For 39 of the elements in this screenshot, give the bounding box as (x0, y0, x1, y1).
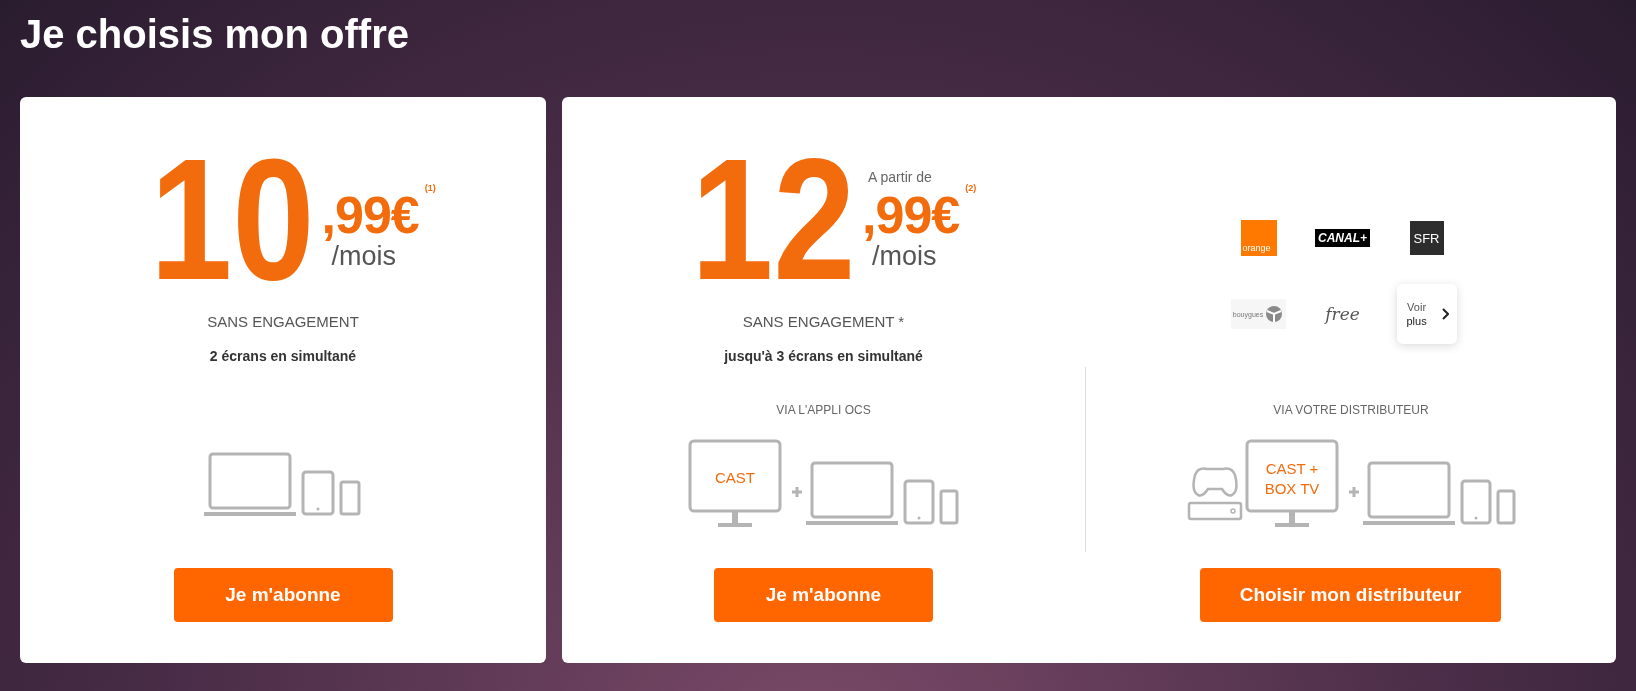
console-icon (1187, 501, 1243, 521)
gamepad-icon (1192, 467, 1238, 497)
distributor-logo[interactable]: orange (1240, 220, 1277, 256)
screen-text: CAST + (1265, 460, 1319, 477)
tablet-icon (903, 479, 934, 525)
price-prefix: A partir de (868, 169, 932, 185)
see-more-button[interactable]: Voir plus (1396, 284, 1457, 344)
subscribe-button[interactable]: Je m'abonne (173, 568, 393, 622)
laptop-icon (1363, 461, 1455, 525)
engagement-text: SANS ENGAGEMENT * (742, 313, 905, 331)
engagement-text: SANS ENGAGEMENT (207, 313, 359, 331)
laptop-icon (805, 461, 898, 525)
screens-text: 2 écrans en simultané (209, 347, 357, 365)
subscribe-button[interactable]: Je m'abonne (714, 568, 933, 622)
page-title: Je choisis mon offre (20, 11, 410, 58)
distributor-logo[interactable]: SFR (1409, 221, 1444, 255)
price-amount: 12 (690, 152, 856, 287)
laptop-icon (204, 452, 296, 516)
channel-label: VIA L'APPLI OCS (776, 402, 871, 418)
plus-icon (1347, 485, 1361, 499)
subscribe-button[interactable]: Choisir mon distributeur (1199, 568, 1502, 622)
phone-icon (339, 480, 361, 516)
screen-text: BOX TV (1264, 480, 1320, 497)
chevron-icon (1440, 308, 1449, 320)
screen-text: CAST (714, 469, 755, 486)
tablet-icon (301, 470, 335, 516)
channel-label: VIA VOTRE DISTRIBUTEUR (1273, 402, 1429, 418)
footnote-mark: (1) (424, 183, 436, 193)
phone-icon (939, 489, 958, 525)
distributor-logo[interactable]: free (1325, 304, 1360, 324)
monitor-icon (688, 439, 781, 527)
screens-text: jusqu'à 3 écrans en simultané (724, 347, 923, 365)
tablet-icon (1460, 479, 1492, 525)
phone-icon (1496, 489, 1516, 525)
footnote-mark: (2) (965, 183, 977, 193)
distributor-logo[interactable]: CANAL+ (1315, 229, 1370, 247)
plus-icon (790, 485, 803, 499)
price-amount: 10 (150, 152, 315, 287)
monitor-icon (1245, 439, 1339, 527)
